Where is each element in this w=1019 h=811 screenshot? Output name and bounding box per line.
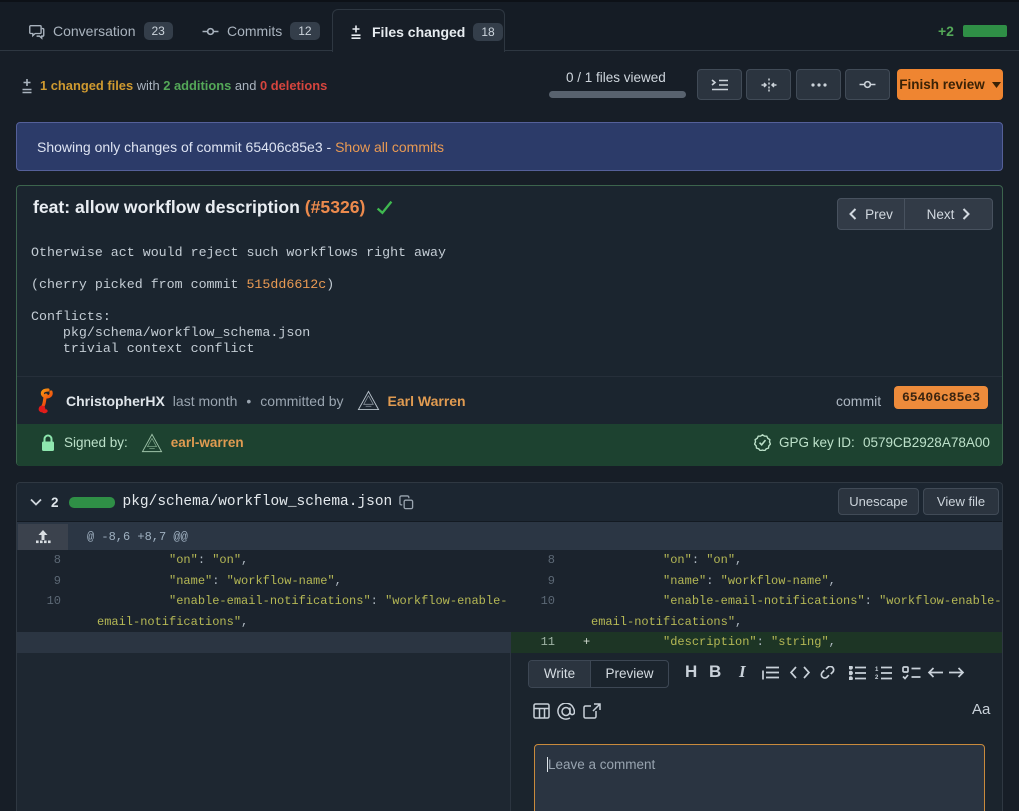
svg-text:2: 2 [875,675,879,680]
svg-text:1: 1 [875,667,879,673]
